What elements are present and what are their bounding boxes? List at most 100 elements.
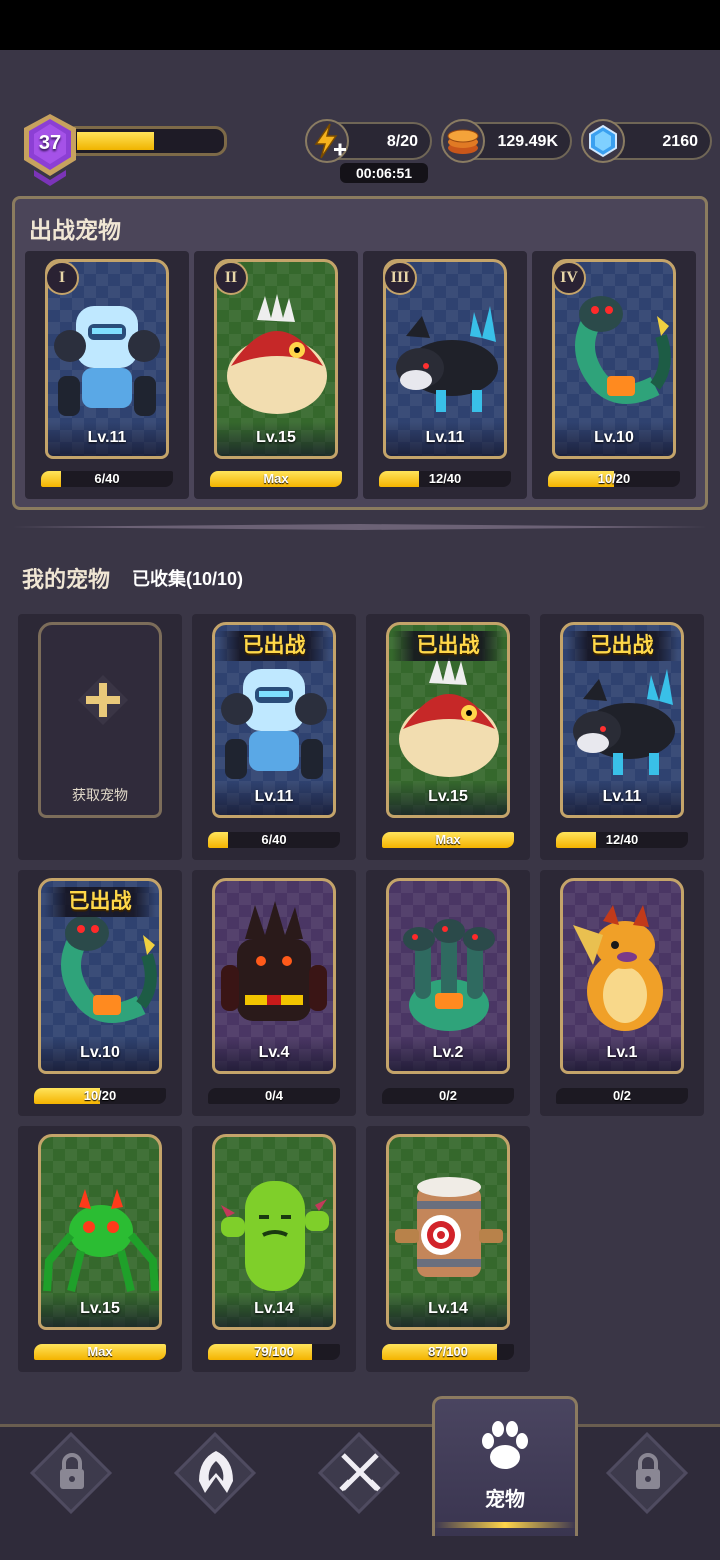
progress-text: 6/40 (94, 471, 120, 486)
pet-card-frame: 已出战 Lv.10 (38, 878, 162, 1074)
pet-card-black-wolf[interactable]: 已出战 Lv.11 12/40 (540, 614, 704, 860)
battle-slot-2[interactable]: Lv.15 II Max (194, 251, 358, 499)
pet-progress-bar: 12/40 (556, 832, 688, 848)
lock-icon (636, 1453, 660, 1489)
pet-card-frame: Lv.14 (212, 1134, 336, 1330)
red-piranha-icon (399, 657, 499, 777)
energy-timer: 00:06:51 (340, 163, 428, 183)
pet-card-lava-golem[interactable]: Lv.4 0/4 (192, 870, 356, 1116)
progress-text: 79/100 (254, 1344, 294, 1359)
plus-icon (78, 675, 128, 725)
pet-level: Lv.11 (386, 422, 504, 456)
pet-progress-bar: 0/2 (382, 1088, 514, 1104)
orange-dragon-icon (573, 905, 663, 1031)
pet-progress-bar: Max (210, 471, 342, 487)
get-pet-label: 获取宠物 (72, 787, 128, 803)
progress-text: 0/2 (612, 1088, 632, 1103)
pet-progress-bar: Max (382, 832, 514, 848)
green-spider-icon (43, 1189, 159, 1292)
slot-number-badge: II (214, 261, 248, 295)
pet-progress-bar: 87/100 (382, 1344, 514, 1360)
nav-tab-3[interactable] (317, 1431, 402, 1516)
three-headed-hydra-icon (403, 919, 495, 1031)
progress-text: Max (87, 1344, 113, 1359)
lock-icon (60, 1453, 84, 1489)
crossed-swords-icon (339, 1453, 381, 1492)
pet-level: Lv.15 (41, 1293, 159, 1327)
cactus-monster-icon (221, 1181, 329, 1291)
deployed-tag: 已出战 (218, 631, 330, 661)
player-level-badge[interactable]: 37 (20, 112, 80, 186)
battle-pets-title: 出战宠物 (29, 217, 121, 243)
nav-tab-1-locked[interactable] (29, 1431, 114, 1516)
pet-progress-bar: 0/4 (208, 1088, 340, 1104)
pet-level: Lv.11 (563, 781, 681, 815)
blue-golem-icon (54, 306, 160, 416)
pet-card-three-headed-hydra[interactable]: Lv.2 0/2 (366, 870, 530, 1116)
green-snake-icon (575, 296, 671, 404)
progress-text: 0/2 (438, 1088, 458, 1103)
energy-value: 8/20 (386, 133, 418, 150)
xp-bar (72, 126, 227, 156)
pet-level: Lv.1 (563, 1037, 681, 1071)
battle-slot-4[interactable]: Lv.10 IV 10/20 (532, 251, 696, 499)
gem-value: 2160 (662, 133, 698, 150)
red-piranha-icon (227, 294, 327, 414)
blue-gem-icon (581, 119, 625, 163)
coin-counter[interactable]: 129.49K (441, 119, 572, 163)
hooded-hero-icon (199, 1451, 233, 1493)
nav-tab-pets[interactable]: 宠物 (432, 1396, 578, 1536)
battle-slot-3[interactable]: Lv.11 III 12/40 (363, 251, 527, 499)
pet-level: Lv.14 (389, 1293, 507, 1327)
coin-stack-icon (441, 119, 485, 163)
green-snake-icon (61, 915, 157, 1023)
slot-number-badge: III (383, 261, 417, 295)
battle-slot-1[interactable]: Lv.11 I 6/40 (25, 251, 189, 499)
pet-card-frame: Lv.4 (212, 878, 336, 1074)
deployed-tag: 已出战 (44, 887, 156, 917)
pet-progress-bar: 0/2 (556, 1088, 688, 1104)
section-divider (12, 524, 708, 530)
xp-bar-fill (77, 132, 155, 150)
pet-level: Lv.10 (41, 1037, 159, 1071)
progress-text: 10/20 (597, 471, 631, 486)
pet-card-target-barrel[interactable]: Lv.14 87/100 (366, 1126, 530, 1372)
slot-number-badge: I (45, 261, 79, 295)
my-pets-title: 我的宠物 (22, 567, 111, 592)
pet-card-green-spider[interactable]: Lv.15 Max (18, 1126, 182, 1372)
pet-level: Lv.15 (217, 422, 335, 456)
progress-text: 0/4 (264, 1088, 284, 1103)
deployed-tag: 已出战 (392, 631, 504, 661)
pet-progress-bar: 10/20 (548, 471, 680, 487)
pet-card-orange-dragon[interactable]: Lv.1 0/2 (540, 870, 704, 1116)
pet-progress-bar: 12/40 (379, 471, 511, 487)
black-wolf-icon (573, 669, 675, 775)
pet-level: Lv.15 (389, 781, 507, 815)
nav-tab-pets-label: 宠物 (485, 1489, 525, 1511)
pet-card-cactus-monster[interactable]: Lv.14 79/100 (192, 1126, 356, 1372)
slot-number-badge: IV (552, 261, 586, 295)
pet-progress-bar: 6/40 (208, 832, 340, 848)
lava-golem-icon (221, 901, 327, 1021)
progress-text: 12/40 (428, 471, 462, 486)
pet-card-blue-golem[interactable]: 已出战 Lv.11 6/40 (192, 614, 356, 860)
pet-card-frame: 已出战 Lv.11 (212, 622, 336, 818)
pet-progress-bar: Max (34, 1344, 166, 1360)
progress-text: Max (263, 471, 289, 486)
pet-card-red-piranha[interactable]: 已出战 Lv.15 Max (366, 614, 530, 860)
pet-progress-bar: 10/20 (34, 1088, 166, 1104)
nav-tab-5-locked[interactable] (605, 1431, 690, 1516)
energy-counter[interactable]: 8/20 (305, 119, 432, 163)
get-pet-card[interactable]: 获取宠物 (18, 614, 182, 860)
progress-text: 6/40 (261, 832, 287, 847)
active-tab-glow (434, 1522, 576, 1528)
collected-count: 已收集(10/10) (132, 569, 244, 589)
pet-card-frame: Lv.2 (386, 878, 510, 1074)
nav-tab-2[interactable] (173, 1431, 258, 1516)
battle-pets-panel: 出战宠物 Lv.11 I 6/40 Lv.15 II Max Lv.11 III 12/40 Lv… (12, 196, 708, 510)
target-barrel-icon (395, 1177, 503, 1277)
pet-card-frame: 已出战 Lv.11 (560, 622, 684, 818)
pet-card-green-snake[interactable]: 已出战 Lv.10 10/20 (18, 870, 182, 1116)
pet-level: Lv.10 (555, 422, 673, 456)
gem-counter[interactable]: 2160 (581, 119, 712, 163)
